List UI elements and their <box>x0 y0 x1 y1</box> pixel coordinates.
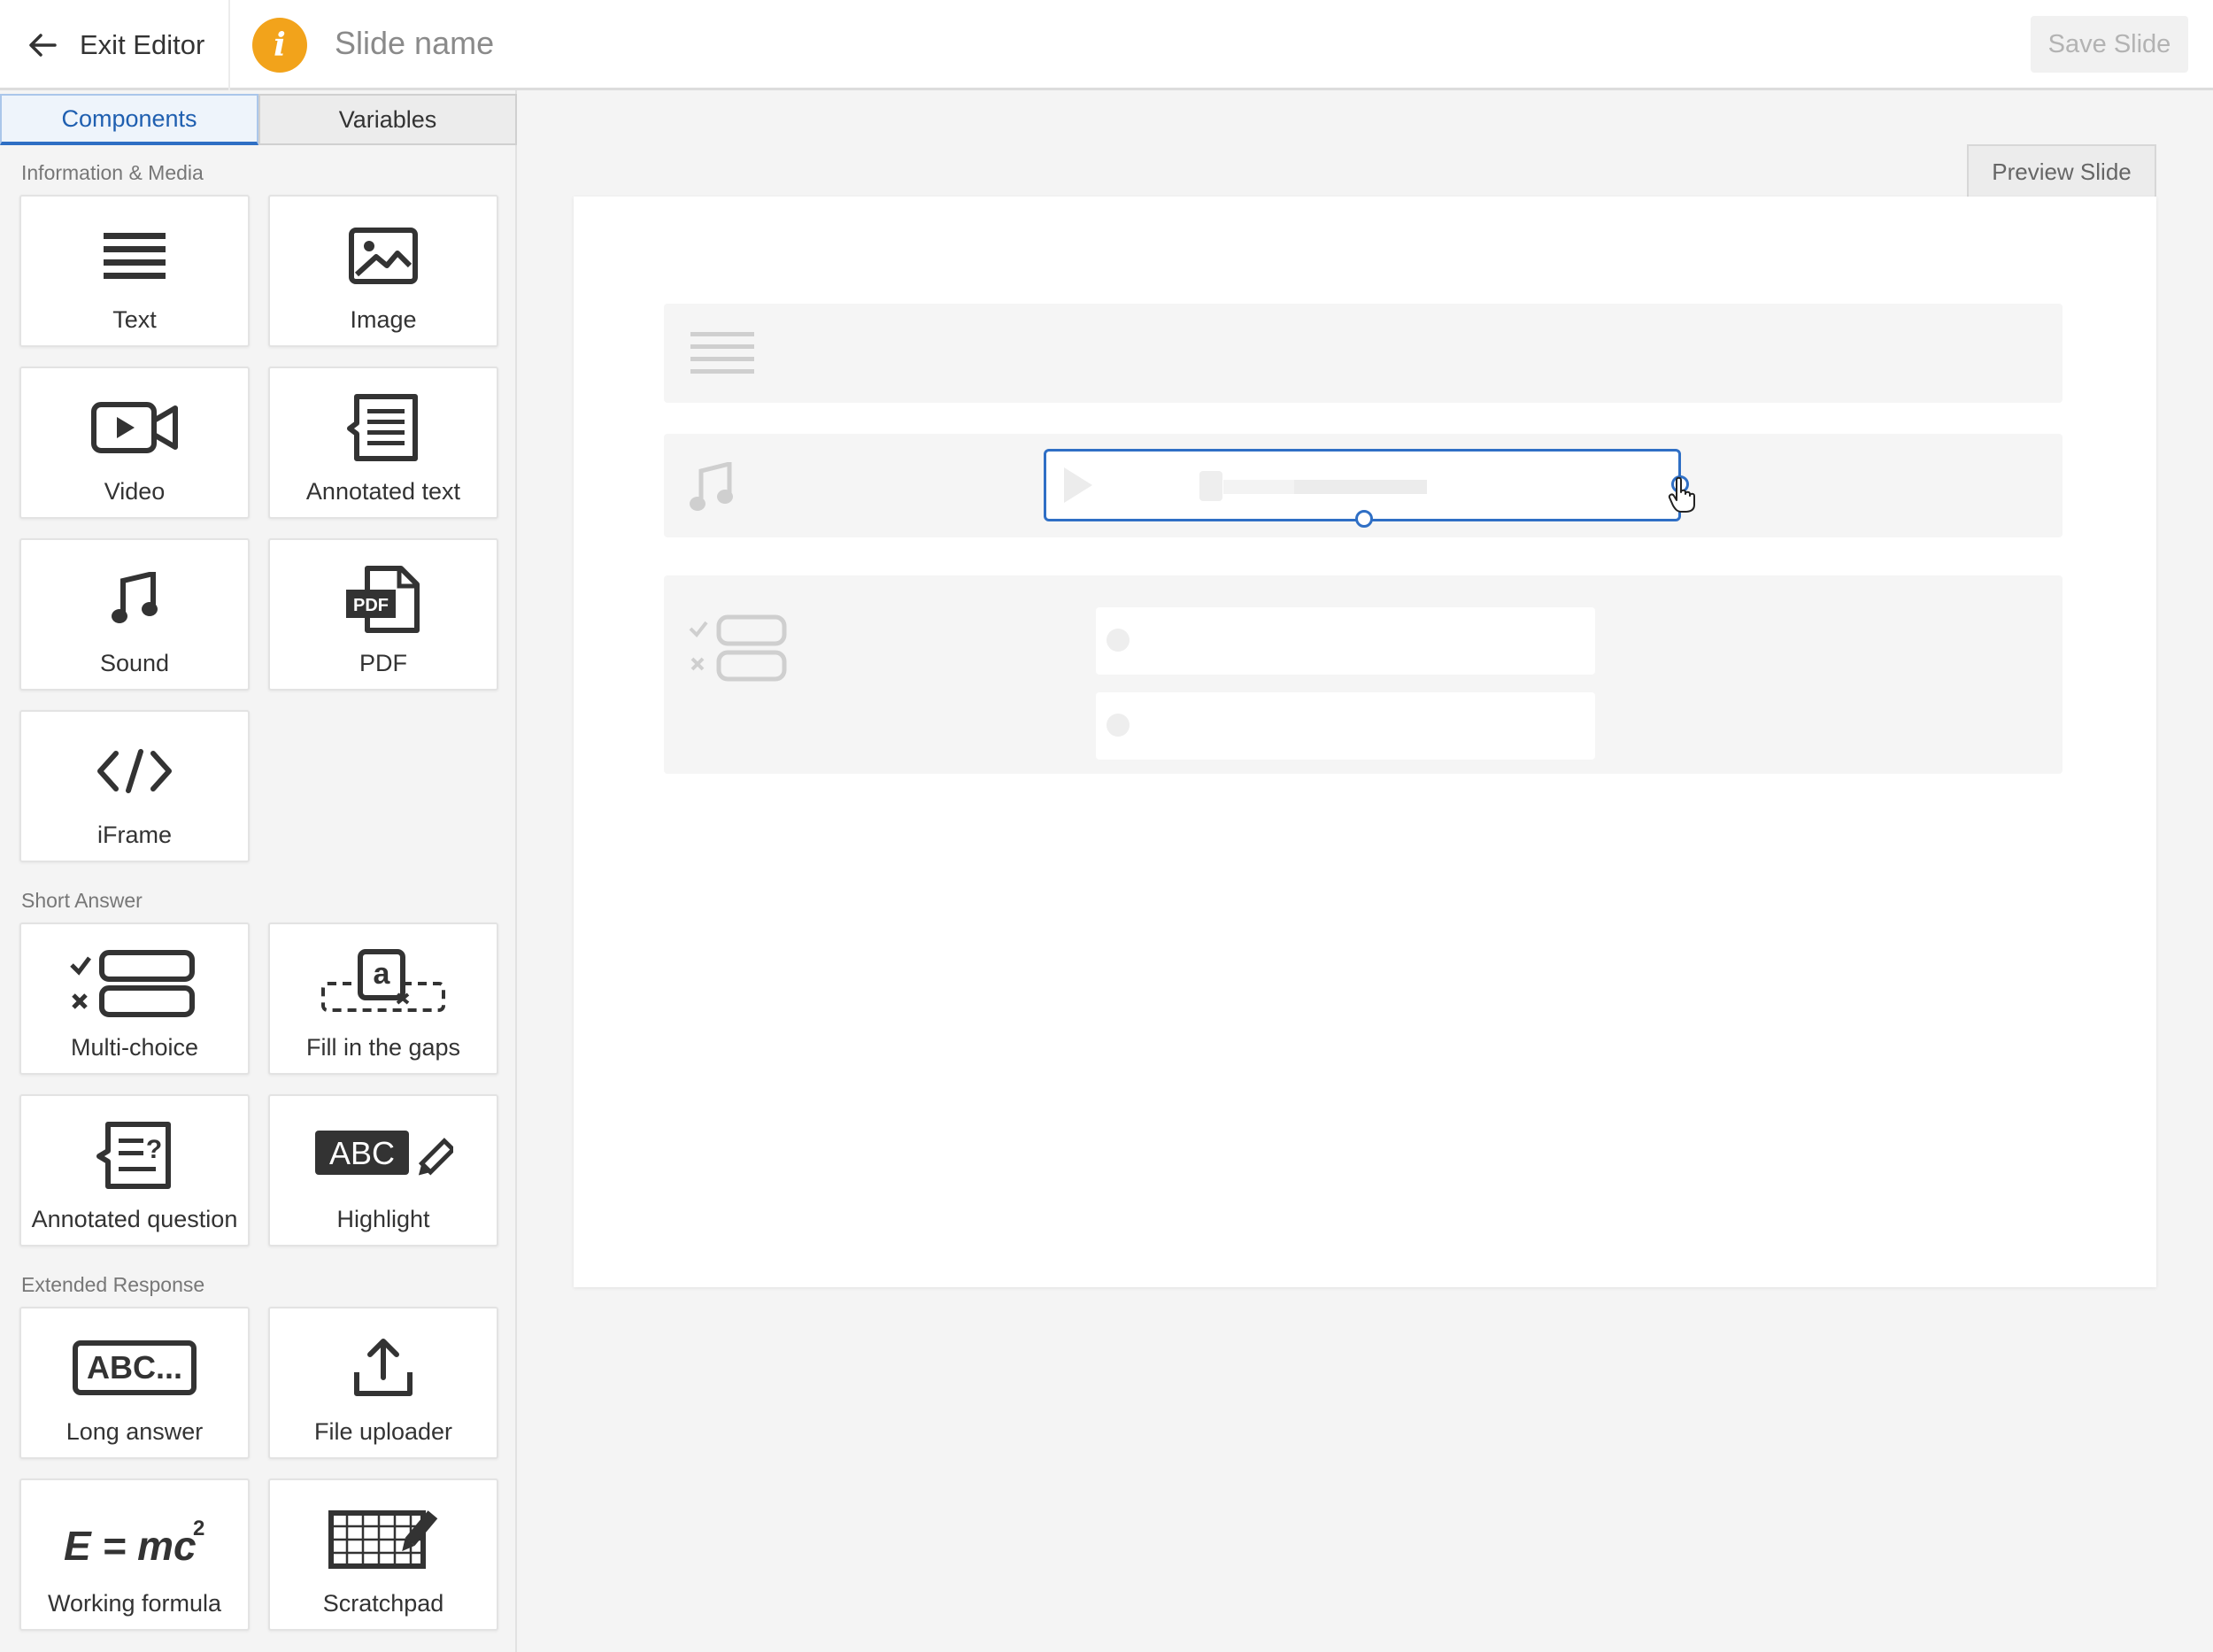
text-block[interactable] <box>664 304 2063 403</box>
section-title-extended-response: Extended Response <box>21 1273 205 1296</box>
component-fill-in-the-gaps[interactable]: a Fill in the gaps <box>268 922 498 1075</box>
annotated-question-icon: ? <box>21 1115 248 1195</box>
component-pdf[interactable]: PDF PDF <box>268 538 498 691</box>
play-icon[interactable] <box>1060 464 1096 511</box>
pointer-cursor-icon <box>1668 476 1698 518</box>
exit-editor-button[interactable]: Exit Editor <box>27 0 248 90</box>
component-label: Text <box>112 306 157 333</box>
slide-name-input[interactable]: Slide name <box>335 25 494 62</box>
radio-icon[interactable] <box>1106 629 1130 652</box>
component-label: PDF <box>359 650 407 676</box>
multi-choice-icon <box>21 944 248 1023</box>
component-label: Multi-choice <box>70 1034 199 1061</box>
svg-text:E = mc: E = mc <box>64 1523 197 1569</box>
section-title-short-answer: Short Answer <box>21 889 143 912</box>
fill-gaps-icon: a <box>270 944 497 1023</box>
info-icon[interactable]: i <box>252 18 307 73</box>
video-camera-icon <box>21 388 248 467</box>
resize-handle-bottom[interactable] <box>1355 510 1373 528</box>
slide-canvas <box>574 197 2156 1287</box>
radio-icon[interactable] <box>1106 714 1130 737</box>
component-label: Scratchpad <box>322 1590 444 1617</box>
text-lines-icon <box>690 332 754 381</box>
header-divider <box>228 0 230 90</box>
component-image[interactable]: Image <box>268 195 498 347</box>
long-answer-icon: ABC... <box>21 1328 248 1408</box>
component-label: Working formula <box>47 1590 222 1617</box>
component-iframe[interactable]: iFrame <box>19 710 250 862</box>
choice-option[interactable] <box>1096 607 1595 675</box>
section-title-information-media: Information & Media <box>21 161 204 184</box>
component-annotated-question[interactable]: ? Annotated question <box>19 1094 250 1247</box>
highlight-icon: ABC <box>270 1115 497 1195</box>
image-icon <box>270 216 497 296</box>
music-note-icon <box>21 560 248 639</box>
component-label: File uploader <box>313 1418 453 1445</box>
multi-choice-block[interactable] <box>664 575 2063 774</box>
preview-slide-button[interactable]: Preview Slide <box>1967 144 2156 197</box>
scratchpad-icon <box>270 1500 497 1579</box>
components-sidebar: Components Variables Information & Media… <box>0 90 517 1652</box>
exit-editor-label: Exit Editor <box>80 29 205 60</box>
component-label: Image <box>350 306 417 333</box>
svg-text:a: a <box>374 957 391 991</box>
svg-text:?: ? <box>146 1135 162 1164</box>
component-label: Annotated question <box>31 1206 238 1232</box>
component-label: Fill in the gaps <box>305 1034 461 1061</box>
component-label: Highlight <box>336 1206 430 1232</box>
component-working-formula[interactable]: E = mc 2 Working formula <box>19 1478 250 1631</box>
choice-option[interactable] <box>1096 692 1595 760</box>
arrow-left-icon <box>29 34 57 57</box>
component-text[interactable]: Text <box>19 195 250 347</box>
svg-text:ABC: ABC <box>329 1135 395 1171</box>
sidebar-tabs: Components Variables <box>0 94 517 145</box>
multi-choice-icon <box>689 614 788 686</box>
component-label: iFrame <box>96 822 172 848</box>
component-label: Video <box>104 478 166 505</box>
upload-icon <box>270 1328 497 1408</box>
audio-progress-thumb[interactable] <box>1199 471 1222 501</box>
audio-progress-fill <box>1294 480 1427 494</box>
annotated-text-icon <box>270 388 497 467</box>
component-label: Long answer <box>66 1418 204 1445</box>
component-sound[interactable]: Sound <box>19 538 250 691</box>
component-file-uploader[interactable]: File uploader <box>268 1307 498 1459</box>
save-slide-button[interactable]: Save Slide <box>2031 16 2188 73</box>
component-annotated-text[interactable]: Annotated text <box>268 367 498 519</box>
svg-text:2: 2 <box>193 1517 204 1540</box>
tab-components[interactable]: Components <box>0 94 258 145</box>
code-brackets-icon <box>21 731 248 811</box>
text-lines-icon <box>21 216 248 296</box>
formula-icon: E = mc 2 <box>21 1500 248 1579</box>
component-highlight[interactable]: ABC Highlight <box>268 1094 498 1247</box>
music-note-icon <box>689 460 733 518</box>
top-bar: Exit Editor i Slide name Save Slide <box>0 0 2213 90</box>
component-scratchpad[interactable]: Scratchpad <box>268 1478 498 1631</box>
svg-text:PDF: PDF <box>353 596 389 615</box>
component-multi-choice[interactable]: Multi-choice <box>19 922 250 1075</box>
component-label: Sound <box>99 650 170 676</box>
component-video[interactable]: Video <box>19 367 250 519</box>
svg-text:ABC...: ABC... <box>87 1349 182 1386</box>
pdf-file-icon: PDF <box>270 560 497 639</box>
tab-variables[interactable]: Variables <box>258 94 517 145</box>
component-long-answer[interactable]: ABC... Long answer <box>19 1307 250 1459</box>
component-label: Annotated text <box>305 478 461 505</box>
